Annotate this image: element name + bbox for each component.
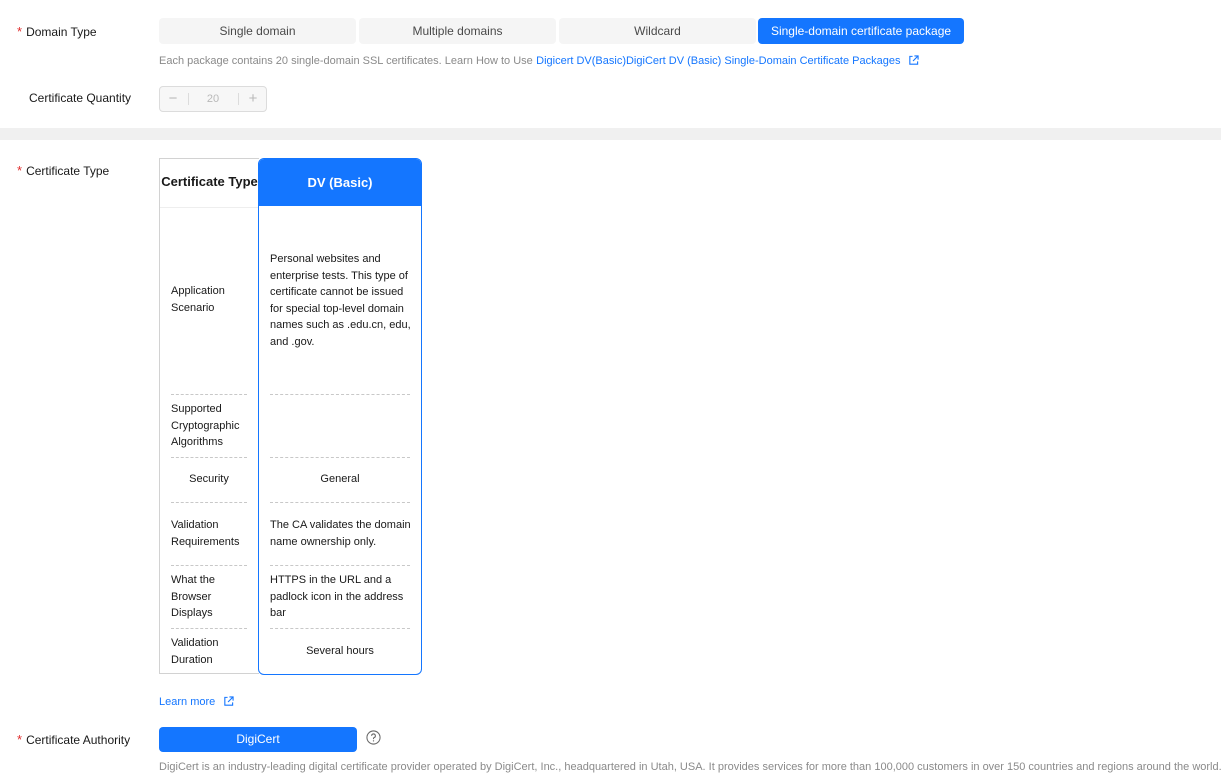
- row-label-validation-duration: Validation Duration: [171, 637, 219, 666]
- row-label-security: Security: [189, 473, 229, 485]
- domain-type-option-wildcard[interactable]: Wildcard: [559, 18, 756, 44]
- row-label-crypto-algorithms: Supported Cryptographic Algorithms: [171, 403, 240, 448]
- question-circle-icon[interactable]: [366, 730, 381, 748]
- required-mark: *: [17, 163, 23, 178]
- row-separator: [171, 457, 247, 458]
- certificate-authority-label: * Certificate Authority: [17, 732, 131, 747]
- domain-type-option-package[interactable]: Single-domain certificate package: [758, 18, 964, 44]
- row-separator: [270, 502, 410, 503]
- row-separator: [270, 565, 410, 566]
- domain-type-hint: Each package contains 20 single-domain S…: [159, 53, 919, 69]
- comparison-header-title: Certificate Type: [160, 159, 259, 208]
- learn-more-link[interactable]: Learn more: [159, 696, 215, 708]
- row-separator: [171, 502, 247, 503]
- row-label-validation-requirements: Validation Requirements: [171, 519, 240, 548]
- domain-type-option-multiple[interactable]: Multiple domains: [359, 18, 556, 44]
- stepper-divider: [238, 93, 239, 105]
- external-link-icon[interactable]: [223, 696, 234, 710]
- certificate-quantity-label: Certificate Quantity: [29, 91, 132, 105]
- row-value-validation-requirements: The CA validates the domain name ownersh…: [270, 519, 411, 548]
- dv-basic-title[interactable]: DV (Basic): [259, 159, 421, 206]
- row-label-application-scenario: Application Scenario: [171, 285, 225, 314]
- decrement-button[interactable]: −: [160, 87, 186, 111]
- row-value-security: General: [320, 473, 360, 485]
- required-mark: *: [17, 732, 23, 747]
- increment-button[interactable]: +: [240, 87, 266, 111]
- required-mark: *: [17, 24, 23, 39]
- domain-type-label: * Domain Type: [17, 24, 97, 39]
- row-separator: [270, 628, 410, 629]
- row-separator: [171, 628, 247, 629]
- row-separator: [171, 394, 247, 395]
- domain-type-option-single[interactable]: Single domain: [159, 18, 356, 44]
- external-link-icon[interactable]: [908, 55, 919, 69]
- row-value-browser-displays: HTTPS in the URL and a padlock icon in t…: [270, 574, 404, 619]
- authority-description: DigiCert is an industry-leading digital …: [159, 761, 1221, 773]
- authority-option-digicert[interactable]: DigiCert: [159, 727, 357, 752]
- row-value-application-scenario: Personal websites and enterprise tests. …: [270, 253, 411, 348]
- quantity-value[interactable]: 20: [187, 87, 239, 111]
- row-separator: [270, 457, 410, 458]
- section-divider: [0, 128, 1221, 140]
- row-value-validation-duration: Several hours: [306, 645, 374, 657]
- row-label-browser-displays: What the Browser Displays: [171, 574, 216, 619]
- quantity-stepper[interactable]: − 20 +: [159, 86, 267, 112]
- certificate-type-label: * Certificate Type: [17, 163, 110, 178]
- row-separator: [270, 394, 410, 395]
- row-separator: [171, 565, 247, 566]
- package-usage-link[interactable]: Digicert DV(Basic)DigiCert DV (Basic) Si…: [536, 55, 900, 67]
- learn-more[interactable]: Learn more: [159, 694, 234, 710]
